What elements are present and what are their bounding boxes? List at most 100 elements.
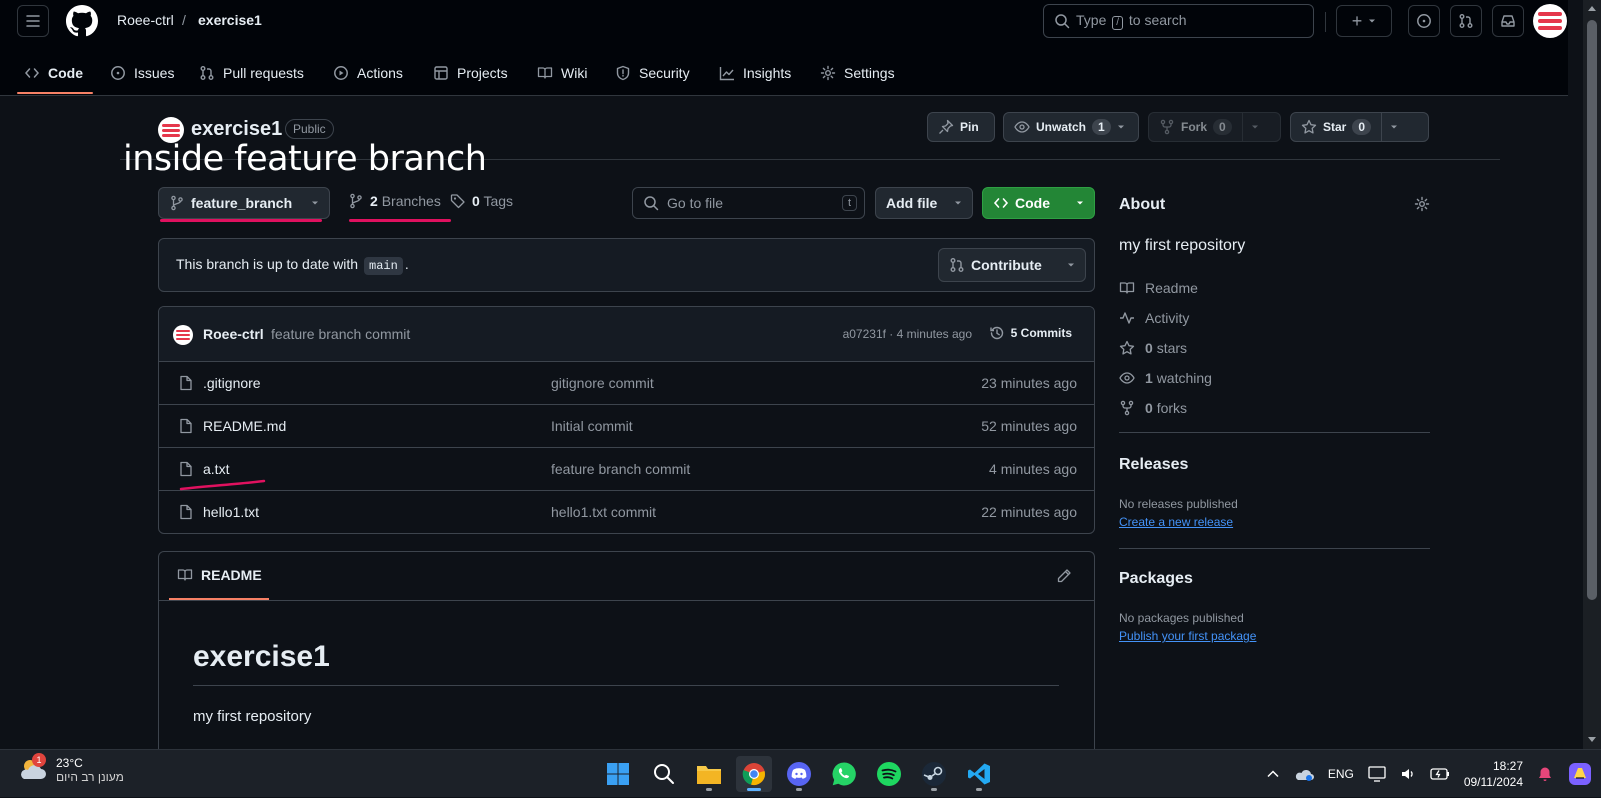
taskbar-chrome[interactable]	[736, 756, 772, 792]
gear-icon[interactable]	[1414, 196, 1430, 212]
tab-insights[interactable]: Insights	[719, 60, 791, 86]
pin-button[interactable]: Pin	[927, 112, 995, 142]
search-input[interactable]: Type / to search	[1043, 4, 1314, 38]
tab-wiki[interactable]: Wiki	[537, 60, 587, 86]
visibility-badge: Public	[285, 119, 334, 139]
pencil-icon[interactable]	[1056, 568, 1072, 584]
tab-settings[interactable]: Settings	[820, 60, 895, 86]
taskbar-file-explorer[interactable]	[691, 756, 727, 792]
menu-button[interactable]	[17, 5, 49, 37]
weather-widget[interactable]: 1 23°C מעונן רב היום	[18, 753, 124, 784]
your-issues-button[interactable]	[1408, 5, 1440, 37]
system-tray: ENG 18:27 09/11/2024	[1266, 750, 1593, 798]
tags-count: 0	[472, 193, 480, 209]
fork-dropdown[interactable]	[1241, 113, 1259, 141]
taskbar-whatsapp[interactable]	[826, 756, 862, 792]
file-name[interactable]: a.txt	[203, 461, 229, 477]
graph-icon	[719, 65, 735, 81]
selected-tab-indicator	[17, 92, 93, 94]
tab-label: Wiki	[561, 65, 588, 81]
copilot-icon[interactable]	[1567, 761, 1593, 787]
commit-hash-time[interactable]: a07231f · 4 minutes ago	[843, 327, 972, 341]
taskbar-vscode[interactable]	[961, 756, 997, 792]
branches-link[interactable]: 2 Branches	[348, 193, 441, 209]
star-icon	[1301, 119, 1317, 135]
star-button[interactable]: Star 0	[1290, 112, 1429, 142]
tags-link[interactable]: 0 Tags	[450, 193, 513, 209]
file-name[interactable]: README.md	[203, 418, 286, 434]
star-dropdown[interactable]	[1381, 113, 1398, 141]
add-file-button[interactable]: Add file	[875, 187, 973, 219]
user-avatar[interactable]	[1533, 4, 1567, 38]
breadcrumb-repo[interactable]: exercise1	[198, 12, 262, 28]
file-commit-message[interactable]: Initial commit	[551, 418, 633, 434]
taskbar-spotify[interactable]	[871, 756, 907, 792]
go-to-file-input[interactable]: Go to file t	[632, 187, 865, 219]
readme-tab[interactable]: README	[177, 567, 262, 583]
create-new-button[interactable]: +	[1336, 5, 1392, 37]
about-activity-link[interactable]: Activity	[1119, 310, 1189, 326]
taskbar-search[interactable]	[646, 756, 682, 792]
file-commit-message[interactable]: hello1.txt commit	[551, 504, 656, 520]
your-pull-requests-button[interactable]	[1450, 5, 1482, 37]
taskbar-steam[interactable]	[916, 756, 952, 792]
commit-author[interactable]: Roee-ctrl	[203, 326, 264, 342]
scrollbar-thumb[interactable]	[1587, 20, 1597, 600]
tab-actions[interactable]: Actions	[333, 60, 403, 86]
onedrive-icon[interactable]	[1294, 767, 1314, 781]
tab-code[interactable]: Code	[24, 60, 83, 86]
monitor-icon[interactable]	[1368, 766, 1386, 782]
create-release-link[interactable]: Create a new release	[1119, 515, 1233, 529]
eye-icon	[1119, 370, 1135, 386]
clock[interactable]: 18:27 09/11/2024	[1464, 758, 1523, 790]
file-commit-message[interactable]: gitignore commit	[551, 375, 654, 391]
publish-package-link[interactable]: Publish your first package	[1119, 629, 1256, 643]
fork-button[interactable]: Fork 0	[1148, 112, 1281, 142]
commits-history-link[interactable]: 5 Commits	[989, 325, 1072, 341]
readme-heading-divider	[193, 685, 1059, 686]
file-name[interactable]: hello1.txt	[203, 504, 259, 520]
chrome-icon	[742, 762, 766, 786]
contribute-button[interactable]: Contribute	[938, 248, 1086, 282]
breadcrumb-owner[interactable]: Roee-ctrl	[117, 12, 174, 28]
commit-message[interactable]: feature branch commit	[271, 326, 410, 342]
speaker-icon[interactable]	[1400, 766, 1416, 782]
commit-author-avatar[interactable]	[173, 325, 193, 345]
releases-title[interactable]: Releases	[1119, 456, 1188, 474]
file-row: .gitignore gitignore commit 23 minutes a…	[159, 362, 1094, 405]
scroll-up-arrow[interactable]	[1588, 6, 1596, 11]
about-forks-link[interactable]: 0 forks	[1119, 400, 1187, 416]
page-scrollbar[interactable]	[1583, 0, 1601, 749]
language-indicator[interactable]: ENG	[1328, 767, 1354, 781]
unwatch-button[interactable]: Unwatch 1	[1003, 112, 1139, 142]
repo-title[interactable]: exercise1	[191, 118, 282, 141]
tab-projects[interactable]: Projects	[433, 60, 508, 86]
battery-icon[interactable]	[1430, 768, 1450, 780]
tab-pull-requests[interactable]: Pull requests	[199, 60, 304, 86]
github-logo-icon[interactable]	[66, 5, 98, 37]
file-commit-message[interactable]: feature branch commit	[551, 461, 690, 477]
notifications-button[interactable]	[1492, 5, 1524, 37]
about-readme-link[interactable]: Readme	[1119, 280, 1198, 296]
packages-title[interactable]: Packages	[1119, 570, 1193, 588]
tab-label: Projects	[457, 65, 508, 81]
caret-down-icon	[1067, 261, 1075, 269]
bell-icon[interactable]	[1537, 766, 1553, 782]
taskbar-discord[interactable]	[781, 756, 817, 792]
pull-request-icon	[1458, 13, 1474, 29]
start-button[interactable]	[600, 756, 636, 792]
watch-counter: 1	[1092, 119, 1111, 135]
sidebar-divider	[1119, 432, 1430, 433]
scroll-down-arrow[interactable]	[1588, 737, 1596, 742]
tab-security[interactable]: Security	[615, 60, 690, 86]
about-watching-link[interactable]: 1 watching	[1119, 370, 1212, 386]
file-name[interactable]: .gitignore	[203, 375, 261, 391]
about-stars-link[interactable]: 0 stars	[1119, 340, 1187, 356]
file-icon	[178, 504, 194, 520]
branch-selector[interactable]: feature_branch	[158, 187, 330, 219]
caret-down-icon	[1251, 123, 1259, 131]
chevron-up-icon[interactable]	[1266, 767, 1280, 781]
tab-issues[interactable]: Issues	[110, 60, 174, 86]
windows-taskbar: 1 23°C מעונן רב היום ENG 18:27 09/11/202…	[0, 749, 1601, 797]
code-button[interactable]: Code	[982, 187, 1095, 219]
